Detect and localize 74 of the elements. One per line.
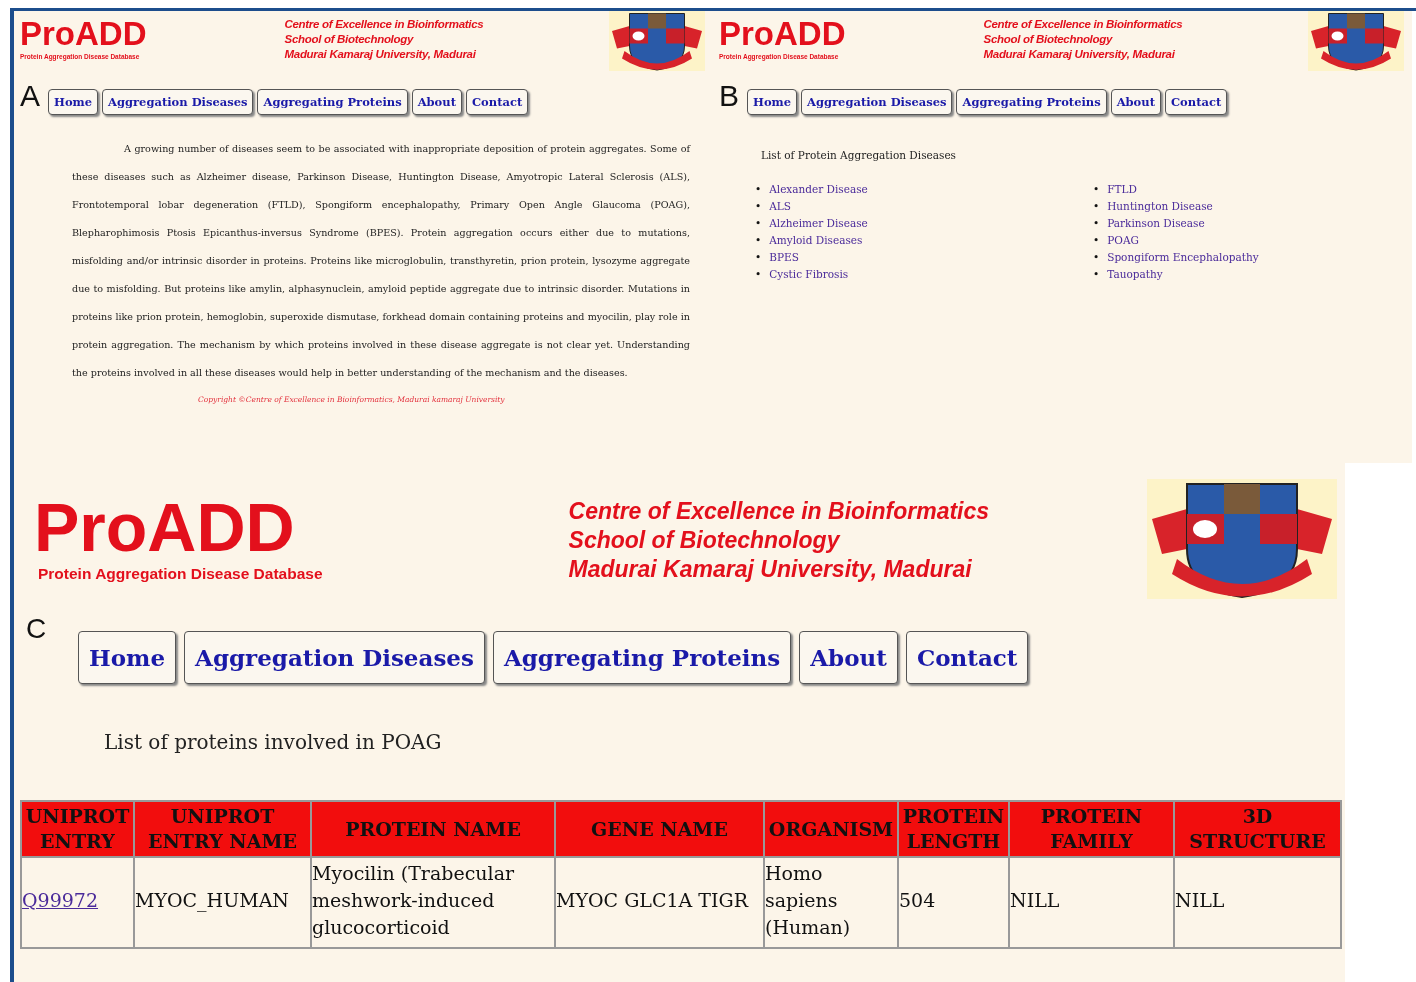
nav-button[interactable]: About xyxy=(799,631,898,684)
table-cell: MYOC_HUMAN xyxy=(135,889,289,911)
list-heading: List of proteins involved in POAG xyxy=(104,730,443,754)
bullet: • xyxy=(755,233,762,248)
nav-button[interactable]: Contact xyxy=(465,89,529,115)
bullet: • xyxy=(755,267,762,282)
disease-link[interactable]: FTLD xyxy=(1107,181,1137,198)
institution-line: Madurai Kamaraj University, Madurai xyxy=(568,555,973,584)
nav-button[interactable]: Aggregating Proteins xyxy=(492,631,792,684)
institution-line: School of Biotechnology xyxy=(983,32,1114,47)
table-cell: MYOC GLC1A TIGR xyxy=(556,889,748,911)
bullet: • xyxy=(1093,233,1100,248)
column-header: PROTEIN NAME xyxy=(311,801,555,857)
bullet: • xyxy=(1093,267,1100,282)
disease-link[interactable]: POAG xyxy=(1107,232,1139,249)
panel-label: B xyxy=(719,79,739,113)
nav-button[interactable]: Contact xyxy=(1164,89,1228,115)
disease-link[interactable]: Huntington Disease xyxy=(1107,198,1213,215)
disease-link[interactable]: BPES xyxy=(769,249,799,266)
uniprot-link[interactable]: Q99972 xyxy=(22,889,99,911)
nav-button[interactable]: About xyxy=(1110,89,1161,115)
column-header: 3D STRUCTURE xyxy=(1174,801,1341,857)
nav-button[interactable]: Home xyxy=(48,89,99,115)
column-header: UNIPROT ENTRY xyxy=(21,801,134,857)
nav-button[interactable]: Aggregation Diseases xyxy=(102,89,254,115)
column-header: UNIPROT ENTRY NAME xyxy=(134,801,311,857)
bullet: • xyxy=(1093,199,1100,214)
bullet: • xyxy=(755,216,762,231)
list-heading: List of Protein Aggregation Diseases xyxy=(761,149,957,161)
disease-link[interactable]: Tauopathy xyxy=(1107,266,1163,283)
disease-link[interactable]: Amyloid Diseases xyxy=(769,232,863,249)
disease-link[interactable]: Spongiform Encephalopathy xyxy=(1107,249,1259,266)
disease-link[interactable]: Parkinson Disease xyxy=(1107,215,1205,232)
nav-button[interactable]: About xyxy=(411,89,462,115)
table-cell: NILL xyxy=(1175,889,1225,911)
site-logo[interactable]: ProADD xyxy=(20,17,147,50)
column-header: PROTEIN FAMILY xyxy=(1009,801,1174,857)
nav-button[interactable]: Aggregation Diseases xyxy=(184,631,485,684)
institution-line: Centre of Excellence in Bioinformatics xyxy=(983,17,1183,32)
bullet: • xyxy=(1093,250,1100,265)
bullet: • xyxy=(1093,216,1100,231)
institution-line: Centre of Excellence in Bioinformatics xyxy=(568,497,990,526)
disease-link[interactable]: Cystic Fibrosis xyxy=(769,266,849,283)
site-logo[interactable]: ProADD xyxy=(719,17,846,50)
column-header: ORGANISM xyxy=(764,801,898,857)
institution-line: Madurai Kamaraj University, Madurai xyxy=(983,47,1176,62)
table-cell: Homo sapiens (Human) xyxy=(765,862,851,938)
institution-line: Madurai Kamaraj University, Madurai xyxy=(284,47,477,62)
nav-button[interactable]: Home xyxy=(78,631,177,684)
disease-link[interactable]: ALS xyxy=(769,198,791,215)
institution-line: Centre of Excellence in Bioinformatics xyxy=(284,17,484,32)
disease-link[interactable]: Alzheimer Disease xyxy=(769,215,868,232)
nav-button[interactable]: Aggregating Proteins xyxy=(956,89,1107,115)
bullet: • xyxy=(755,250,762,265)
table-cell: Myocilin (Trabecular meshwork-induced glucocorticoid xyxy=(312,862,515,938)
site-tagline: Protein Aggregation Disease Database xyxy=(38,565,323,583)
institution-line: School of Biotechnology xyxy=(568,526,842,555)
site-logo[interactable]: ProADD xyxy=(34,493,323,561)
column-header: GENE NAME xyxy=(555,801,764,857)
column-header: PROTEIN LENGTH xyxy=(898,801,1009,857)
nav-button[interactable]: Aggregation Diseases xyxy=(801,89,953,115)
nav-button[interactable]: Aggregating Proteins xyxy=(257,89,408,115)
nav-button[interactable]: Contact xyxy=(905,631,1029,684)
nav-button[interactable]: Home xyxy=(747,89,798,115)
table-cell: NILL xyxy=(1010,889,1060,911)
bullet: • xyxy=(755,199,762,214)
panel-label: C xyxy=(26,613,48,645)
intro-paragraph: A growing number of diseases seem to be associated with inappropriate deposition of protein aggregates. Some of these diseases such as Alzheimer disease, Parkinson Disease, Huntington Disease, Amyotropic Lateral Sclerosis (ALS), Frontotemporal lobar degeneration (FTLD), Spongiform encephalopathy, Primary Open Angle Glaucoma (POAG), Blepharophimosis Ptosis Epicanthus-inversus Syndrome (BPES). Protein aggregation occurs either due to mutations, misfolding and/or intrinsic disorder in proteins. Proteins like microglobulin, transthyretin, prion protein, lysozyme aggregate due to misfolding. But proteins like amylin, alphasynuclein, amyloid peptide aggregate due to intrinsic disorder. Mutations in proteins like prion protein, hemoglobin, superoxide dismutase, forkhead domain containing proteins and myocilin, play role in protein aggregation. The mechanism by which proteins involved in these disease aggregate is not clear yet. Understanding the proteins involved in all these diseases would help in better understanding of the mechanism and the diseases. xyxy=(72,142,690,380)
institution-line: School of Biotechnology xyxy=(284,32,415,47)
bullet: • xyxy=(1093,182,1100,197)
table-cell: 504 xyxy=(899,889,936,911)
disease-link[interactable]: Alexander Disease xyxy=(769,181,868,198)
panel-label: A xyxy=(20,79,40,113)
bullet: • xyxy=(755,182,762,197)
